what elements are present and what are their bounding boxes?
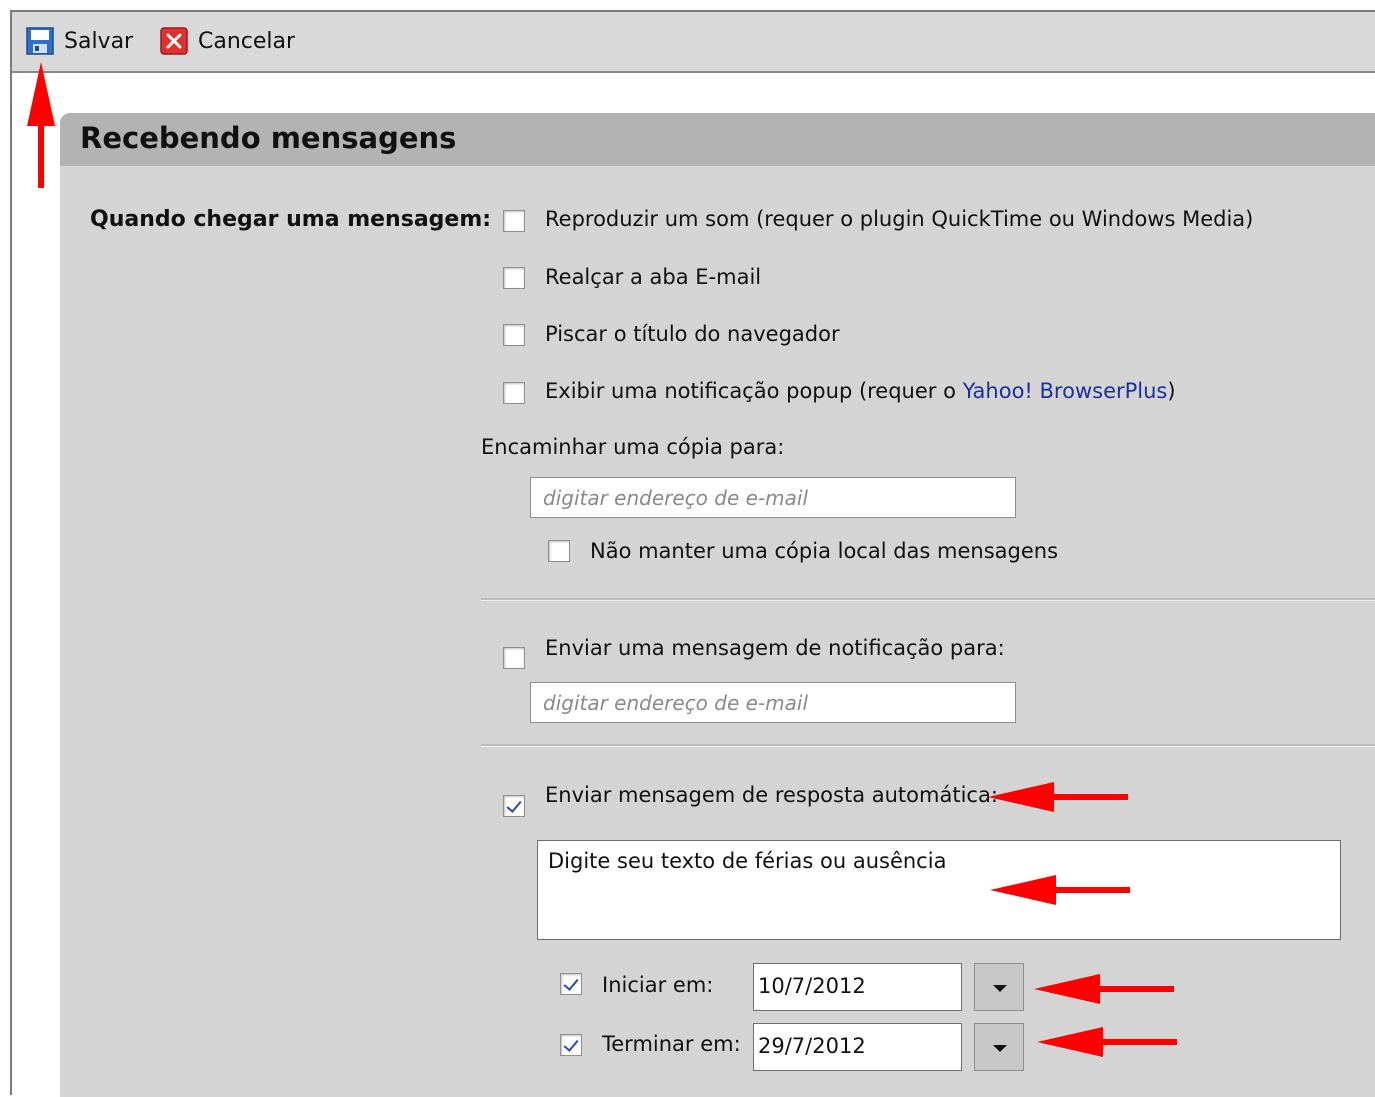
annotation-arrow-left-icon <box>990 875 1130 905</box>
play-sound-checkbox[interactable] <box>503 210 525 232</box>
auto-reply-text: Digite seu texto de férias ou ausência <box>548 849 947 873</box>
save-button[interactable]: Salvar <box>26 26 133 56</box>
divider <box>481 744 1375 747</box>
cancel-label: Cancelar <box>198 28 296 54</box>
popup-label: Exibir uma notificação popup (requer o Y… <box>545 379 1176 403</box>
section-header: Recebendo mensagens <box>60 113 1375 166</box>
start-date-label: Iniciar em: <box>602 973 714 997</box>
start-date-input[interactable]: 10/7/2012 <box>753 963 962 1011</box>
end-date-label: Terminar em: <box>602 1032 741 1056</box>
annotation-arrow-left-icon <box>1037 1027 1177 1057</box>
settings-panel: Recebendo mensagens Quando chegar uma me… <box>60 113 1375 1097</box>
end-date-checkbox[interactable] <box>560 1034 582 1056</box>
no-local-copy-checkbox[interactable] <box>548 540 570 562</box>
no-local-copy-label: Não manter uma cópia local das mensagens <box>590 539 1059 563</box>
highlight-tab-label: Realçar a aba E-mail <box>545 265 762 289</box>
start-date-dropdown-button[interactable] <box>974 963 1024 1011</box>
popup-label-prefix: Exibir uma notificação popup (requer o <box>545 379 963 403</box>
annotation-arrow-left-icon <box>988 782 1128 812</box>
toolbar: Salvar Cancelar <box>12 12 1375 73</box>
blink-title-checkbox[interactable] <box>503 324 525 346</box>
end-date-dropdown-button[interactable] <box>974 1023 1024 1071</box>
end-date-input[interactable]: 29/7/2012 <box>753 1023 962 1071</box>
forward-copy-label: Encaminhar uma cópia para: <box>481 435 785 459</box>
browserplus-link[interactable]: Yahoo! BrowserPlus <box>963 379 1168 403</box>
start-date-checkbox[interactable] <box>560 973 582 995</box>
annotation-arrow-up-icon <box>27 62 55 188</box>
notify-label: Enviar uma mensagem de notificação para: <box>545 636 1005 660</box>
play-sound-label: Reproduzir um som (requer o plugin Quick… <box>545 207 1254 231</box>
main-window: Salvar Cancelar Recebendo mensagens Quan… <box>10 10 1375 1097</box>
forward-email-input[interactable] <box>530 477 1016 518</box>
auto-reply-textarea[interactable]: Digite seu texto de férias ou ausência <box>537 840 1341 940</box>
auto-reply-label: Enviar mensagem de resposta automática: <box>545 783 998 807</box>
when-message-arrives-label: Quando chegar uma mensagem: <box>90 207 492 232</box>
cancel-button[interactable]: Cancelar <box>160 26 295 56</box>
close-x-icon <box>160 27 188 55</box>
content-area: Recebendo mensagens Quando chegar uma me… <box>12 73 1375 1097</box>
section-title: Recebendo mensagens <box>80 121 457 155</box>
notify-email-input[interactable] <box>530 682 1016 723</box>
blink-title-label: Piscar o título do navegador <box>545 322 840 346</box>
popup-checkbox[interactable] <box>503 382 525 404</box>
popup-label-suffix: ) <box>1167 379 1176 403</box>
highlight-tab-checkbox[interactable] <box>503 267 525 289</box>
floppy-disk-icon <box>26 27 54 55</box>
divider <box>481 598 1375 601</box>
annotation-arrow-left-icon <box>1034 974 1174 1004</box>
auto-reply-checkbox[interactable] <box>503 795 525 817</box>
notify-checkbox[interactable] <box>503 647 525 669</box>
save-label: Salvar <box>64 28 134 54</box>
